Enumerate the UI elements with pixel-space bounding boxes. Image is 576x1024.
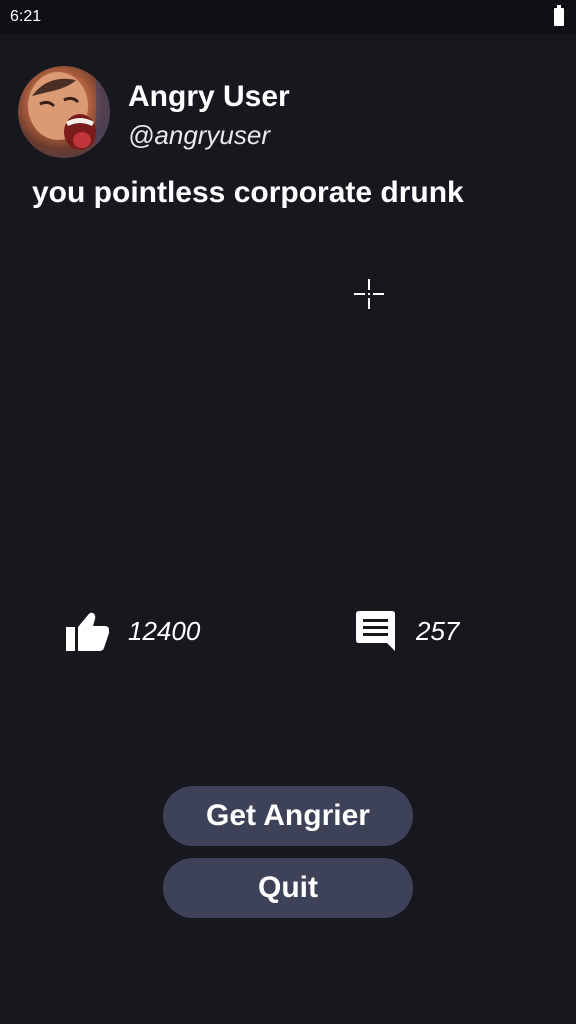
get-angrier-button[interactable]: Get Angrier	[163, 786, 413, 846]
crosshair-icon	[354, 279, 384, 309]
thumbs-up-icon	[66, 612, 109, 651]
screaming-face-icon	[28, 66, 110, 158]
avatar[interactable]	[18, 66, 110, 158]
status-bar: 6:21	[0, 0, 576, 34]
comments-stat[interactable]: 257	[354, 608, 459, 654]
likes-stat[interactable]: 12400	[64, 608, 200, 654]
username: Angry User	[128, 80, 290, 113]
battery-icon	[554, 5, 564, 26]
status-time: 6:21	[10, 8, 42, 25]
post-text: you pointless corporate drunk	[32, 176, 464, 209]
comment-icon	[356, 611, 395, 651]
likes-count: 12400	[128, 615, 201, 646]
user-handle: @angryuser	[128, 120, 271, 150]
comments-count: 257	[416, 615, 460, 646]
quit-button[interactable]: Quit	[163, 858, 413, 918]
